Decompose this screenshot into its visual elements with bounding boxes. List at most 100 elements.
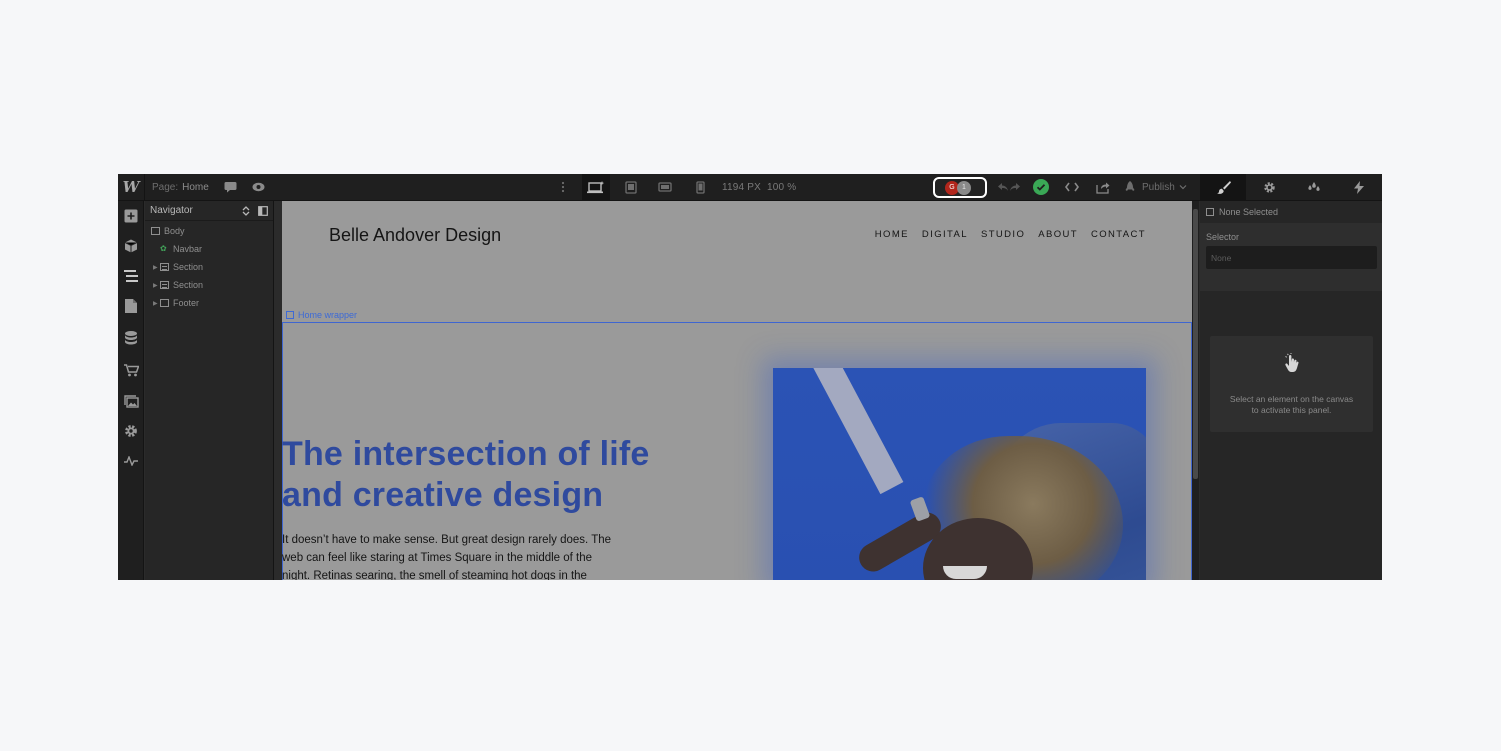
hero-paragraph-line: web can feel like staring at Times Squar… bbox=[282, 552, 593, 564]
add-panel-plus-icon[interactable] bbox=[122, 207, 140, 225]
symbol-icon: ✿ bbox=[160, 244, 167, 253]
selector-label: Selector bbox=[1206, 232, 1240, 242]
div-block-icon bbox=[286, 311, 294, 319]
code-export-icon[interactable] bbox=[1061, 174, 1083, 200]
page-selector[interactable]: Page: Home bbox=[152, 174, 209, 200]
nav-link-studio[interactable]: STUDIO bbox=[981, 229, 1025, 240]
style-manager-tab[interactable] bbox=[1291, 174, 1337, 200]
hero-paragraph-line: night. Retinas searing, the smell of ste… bbox=[282, 570, 587, 580]
preview-eye-icon[interactable] bbox=[247, 174, 269, 200]
tree-item-label: Section bbox=[173, 262, 204, 272]
tree-item-section[interactable]: ▶ Section bbox=[145, 258, 273, 276]
hero-paragraph[interactable]: It doesn’t have to make sense. But great… bbox=[282, 531, 642, 580]
canvas-size-readout: 1194 PX 100 % bbox=[722, 174, 796, 200]
empty-panel-message-line: Select an element on the canvas bbox=[1229, 394, 1354, 404]
hero-heading-line: and creative design bbox=[282, 476, 604, 514]
tree-item-body[interactable]: Body bbox=[145, 222, 273, 240]
photo-stripe bbox=[800, 368, 904, 495]
cms-database-icon[interactable] bbox=[122, 329, 140, 347]
selector-input[interactable] bbox=[1206, 246, 1377, 269]
selector-section: Selector bbox=[1200, 223, 1382, 291]
settings-panel-tab[interactable] bbox=[1246, 174, 1292, 200]
top-toolbar: W Page: Home 1194 PX 100 % G 1 Publish bbox=[118, 174, 1382, 201]
style-panel: None Selected Selector Select an element… bbox=[1200, 201, 1382, 580]
mobile-portrait-breakpoint-icon[interactable] bbox=[686, 174, 714, 200]
page-selector-value: Home bbox=[182, 181, 209, 193]
photo-smile bbox=[943, 566, 987, 579]
chevron-down-icon bbox=[1179, 185, 1187, 190]
page-selector-label: Page: bbox=[152, 181, 179, 193]
footer-box-icon bbox=[160, 299, 169, 307]
empty-panel-card: Select an element on the canvas to activ… bbox=[1210, 336, 1373, 432]
selection-status-text: None Selected bbox=[1219, 207, 1279, 217]
canvas-scrollbar-thumb[interactable] bbox=[1193, 209, 1198, 479]
redo-icon[interactable] bbox=[1004, 174, 1026, 200]
pin-panel-icon[interactable] bbox=[258, 206, 268, 216]
nav-link-contact[interactable]: CONTACT bbox=[1091, 229, 1146, 240]
saved-status-check-icon bbox=[1030, 174, 1052, 200]
expand-caret-icon[interactable]: ▶ bbox=[153, 300, 159, 307]
mobile-landscape-breakpoint-icon[interactable] bbox=[651, 174, 679, 200]
nav-link-digital[interactable]: DIGITAL bbox=[922, 229, 968, 240]
gear-icon bbox=[1263, 181, 1275, 193]
pages-icon[interactable] bbox=[122, 297, 140, 315]
site-brand[interactable]: Belle Andover Design bbox=[329, 225, 501, 246]
section-icon bbox=[160, 263, 169, 271]
collaborators-indicator[interactable]: G 1 bbox=[933, 177, 987, 198]
style-panel-tab[interactable] bbox=[1200, 174, 1246, 200]
collaborator-count-badge: 1 bbox=[957, 180, 971, 195]
nav-link-home[interactable]: HOME bbox=[875, 229, 909, 240]
audit-pulse-icon[interactable] bbox=[122, 452, 140, 470]
tree-item-label: Footer bbox=[173, 298, 200, 308]
navigator-title: Navigator bbox=[150, 205, 193, 216]
empty-panel-message-line: to activate this panel. bbox=[1251, 405, 1332, 415]
hover-element-name: Home wrapper bbox=[298, 310, 358, 320]
tree-item-section[interactable]: ▶ Section bbox=[145, 276, 273, 294]
droplets-icon bbox=[1308, 182, 1320, 191]
hero-heading-line: The intersection of life bbox=[282, 435, 650, 473]
navigator-header: Navigator bbox=[145, 201, 273, 221]
hero-heading[interactable]: The intersection of life and creative de… bbox=[282, 434, 722, 516]
design-canvas[interactable]: Belle Andover Design HOME DIGITAL STUDIO… bbox=[282, 201, 1192, 580]
webflow-logo[interactable]: W bbox=[118, 174, 145, 200]
element-box-icon bbox=[1206, 208, 1214, 216]
left-tool-rail bbox=[118, 201, 144, 580]
nav-link-about[interactable]: ABOUT bbox=[1038, 229, 1078, 240]
hero-paragraph-line: It doesn’t have to make sense. But great… bbox=[282, 534, 612, 546]
site-settings-gear-icon[interactable] bbox=[122, 422, 140, 440]
canvas-width: 1194 PX bbox=[722, 181, 762, 193]
symbols-cube-icon[interactable] bbox=[122, 237, 140, 255]
tree-item-navbar[interactable]: ✿ Navbar bbox=[145, 240, 273, 258]
interactions-panel-tab[interactable] bbox=[1336, 174, 1382, 200]
paintbrush-icon bbox=[1216, 180, 1231, 194]
desktop-breakpoint-icon[interactable] bbox=[582, 174, 610, 200]
navigator-panel: Navigator Body ✿ Navbar ▶ Section ▶ Sect… bbox=[145, 201, 274, 580]
site-nav-menu: HOME DIGITAL STUDIO ABOUT CONTACT bbox=[862, 229, 1146, 240]
assets-images-icon[interactable] bbox=[122, 392, 140, 410]
tree-item-label: Navbar bbox=[173, 244, 203, 254]
publish-button[interactable]: Publish bbox=[1124, 174, 1187, 200]
expand-collapse-icon[interactable] bbox=[241, 206, 251, 216]
more-options-icon[interactable] bbox=[552, 174, 574, 200]
publish-label: Publish bbox=[1142, 181, 1175, 193]
section-icon bbox=[160, 281, 169, 289]
tree-item-label: Section bbox=[173, 280, 204, 290]
hover-element-label: Home wrapper bbox=[286, 310, 357, 320]
selection-status: None Selected bbox=[1206, 207, 1278, 217]
webflow-designer-window: W Page: Home 1194 PX 100 % G 1 Publish N… bbox=[118, 174, 1382, 580]
ecommerce-cart-icon[interactable] bbox=[122, 361, 140, 379]
lightning-icon bbox=[1354, 180, 1364, 194]
tablet-breakpoint-icon[interactable] bbox=[617, 174, 645, 200]
body-box-icon bbox=[151, 227, 160, 235]
navigator-layers-icon[interactable] bbox=[122, 267, 140, 285]
expand-caret-icon[interactable]: ▶ bbox=[153, 264, 159, 271]
comments-icon[interactable] bbox=[219, 174, 241, 200]
expand-caret-icon[interactable]: ▶ bbox=[153, 282, 159, 289]
rocket-icon bbox=[1125, 181, 1135, 191]
hero-image[interactable] bbox=[773, 368, 1146, 580]
tree-item-label: Body bbox=[164, 226, 185, 236]
tree-item-footer[interactable]: ▶ Footer bbox=[145, 294, 273, 312]
empty-panel-message: Select an element on the canvas to activ… bbox=[1210, 394, 1373, 416]
pointer-hand-icon bbox=[1285, 353, 1299, 372]
share-icon[interactable] bbox=[1092, 174, 1114, 200]
